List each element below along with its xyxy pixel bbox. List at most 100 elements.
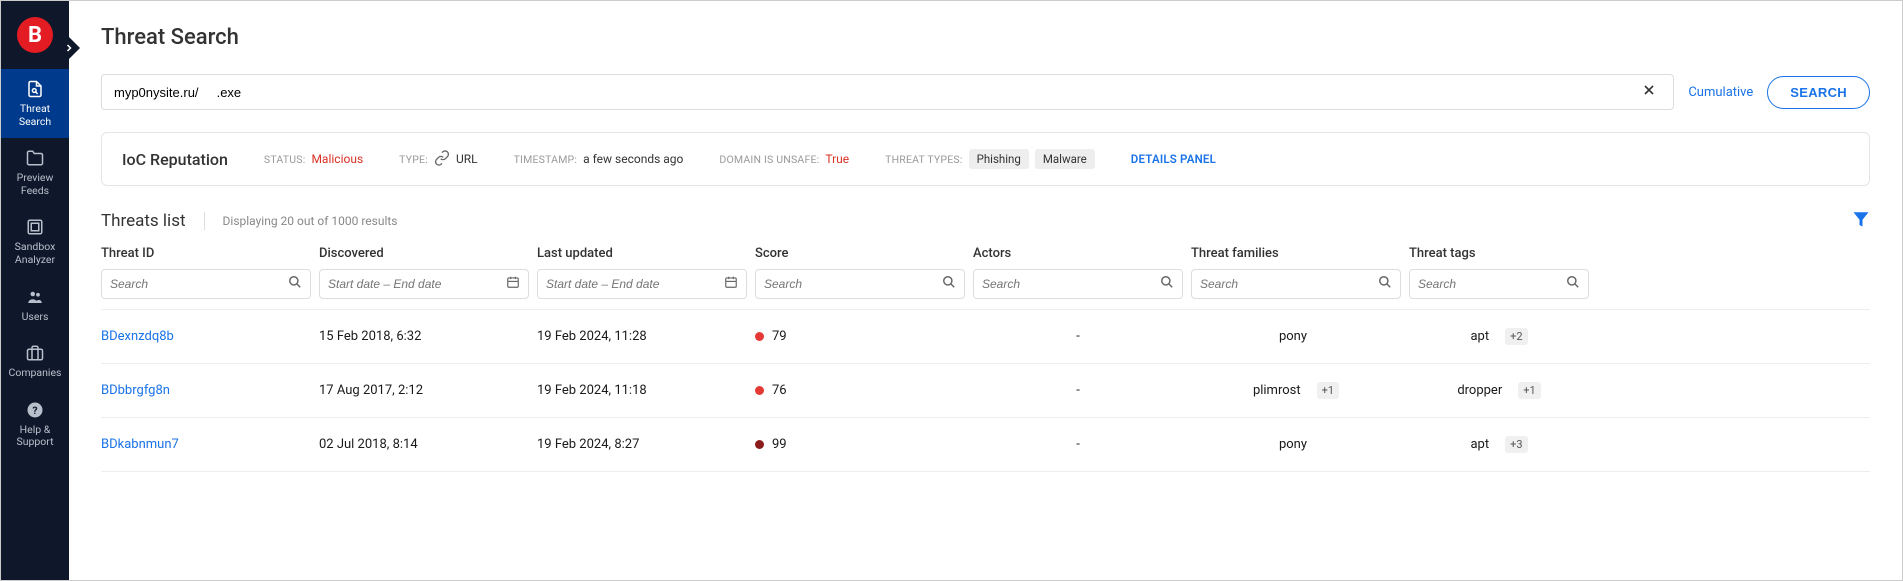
threats-count: Displaying 20 out of 1000 results bbox=[223, 214, 1834, 228]
col-score: Score bbox=[755, 246, 965, 261]
main-content: Threat Search Cumulative SEARCH IoC Repu… bbox=[69, 1, 1902, 580]
actors-cell: - bbox=[973, 437, 1183, 452]
threat-types-field: THREAT TYPES: Phishing Malware bbox=[885, 149, 1095, 169]
search-icon[interactable] bbox=[1378, 275, 1392, 293]
timestamp-field: TIMESTAMP: a few seconds ago bbox=[514, 152, 684, 166]
sidebar-item-users[interactable]: Users bbox=[1, 277, 69, 334]
threat-id-link[interactable]: BDbbrgfg8n bbox=[101, 383, 170, 398]
more-badge[interactable]: +2 bbox=[1505, 328, 1527, 345]
score-cell: 99 bbox=[755, 437, 965, 452]
clear-search-button[interactable] bbox=[1637, 78, 1661, 106]
score-cell: 79 bbox=[755, 329, 965, 344]
sidebar-item-label: Threat Search bbox=[5, 103, 65, 128]
calendar-icon[interactable] bbox=[506, 275, 520, 293]
filter-threat-id-input[interactable] bbox=[110, 277, 282, 291]
status-field: STATUS: Malicious bbox=[264, 152, 363, 166]
score-dot-icon bbox=[755, 332, 764, 341]
status-value: Malicious bbox=[311, 152, 363, 166]
discovered-cell: 15 Feb 2018, 6:32 bbox=[319, 329, 529, 344]
file-search-icon bbox=[25, 79, 45, 99]
separator bbox=[204, 212, 205, 230]
help-icon: ? bbox=[25, 400, 45, 420]
domain-unsafe-value: True bbox=[825, 152, 849, 166]
more-badge[interactable]: +1 bbox=[1317, 382, 1339, 399]
filter-discovered-input[interactable] bbox=[328, 277, 500, 291]
threat-type-chip: Phishing bbox=[969, 149, 1029, 169]
search-button[interactable]: SEARCH bbox=[1767, 76, 1870, 109]
search-icon[interactable] bbox=[942, 275, 956, 293]
calendar-icon[interactable] bbox=[724, 275, 738, 293]
filter-score-input[interactable] bbox=[764, 277, 936, 291]
logo-badge: B bbox=[17, 17, 53, 53]
table-row: BDkabnmun7 02 Jul 2018, 8:14 19 Feb 2024… bbox=[101, 418, 1870, 472]
filter-updated[interactable] bbox=[537, 269, 747, 299]
col-updated: Last updated bbox=[537, 246, 747, 261]
domain-unsafe-label: DOMAIN IS UNSAFE: bbox=[719, 153, 819, 166]
tags-cell: apt+3 bbox=[1409, 436, 1589, 453]
threat-id-link[interactable]: BDexnzdq8b bbox=[101, 329, 174, 344]
users-icon bbox=[25, 287, 45, 307]
search-icon[interactable] bbox=[1566, 275, 1580, 293]
discovered-cell: 02 Jul 2018, 8:14 bbox=[319, 437, 529, 452]
updated-cell: 19 Feb 2024, 8:27 bbox=[537, 437, 747, 452]
score-dot-icon bbox=[755, 440, 764, 449]
families-cell: pony bbox=[1191, 329, 1401, 344]
sidebar-item-help-support[interactable]: ? Help & Support bbox=[1, 390, 69, 459]
score-dot-icon bbox=[755, 386, 764, 395]
filter-updated-input[interactable] bbox=[546, 277, 718, 291]
actors-cell: - bbox=[973, 329, 1183, 344]
timestamp-label: TIMESTAMP: bbox=[514, 153, 578, 166]
table-row: BDbbrgfg8n 17 Aug 2017, 2:12 19 Feb 2024… bbox=[101, 364, 1870, 418]
families-cell: pony bbox=[1191, 437, 1401, 452]
threat-id-link[interactable]: BDkabnmun7 bbox=[101, 437, 179, 452]
svg-text:?: ? bbox=[32, 404, 37, 417]
families-cell: plimrost+1 bbox=[1191, 382, 1401, 399]
actors-cell: - bbox=[973, 383, 1183, 398]
filter-actors[interactable] bbox=[973, 269, 1183, 299]
sidebar-item-label: Preview Feeds bbox=[5, 172, 65, 197]
search-row: Cumulative SEARCH bbox=[101, 74, 1870, 110]
table-row: BDexnzdq8b 15 Feb 2018, 6:32 19 Feb 2024… bbox=[101, 310, 1870, 364]
sidebar-item-companies[interactable]: Companies bbox=[1, 333, 69, 390]
search-input[interactable] bbox=[114, 75, 1637, 109]
filter-tags[interactable] bbox=[1409, 269, 1589, 299]
details-panel-link[interactable]: DETAILS PANEL bbox=[1131, 152, 1216, 166]
search-icon[interactable] bbox=[1160, 275, 1174, 293]
threats-table: Threat ID Discovered Last updated bbox=[101, 246, 1870, 472]
ioc-reputation-panel: IoC Reputation STATUS: Malicious TYPE: U… bbox=[101, 132, 1870, 186]
threats-list-header: Threats list Displaying 20 out of 1000 r… bbox=[101, 210, 1870, 232]
discovered-cell: 17 Aug 2017, 2:12 bbox=[319, 383, 529, 398]
more-badge[interactable]: +3 bbox=[1505, 436, 1527, 453]
updated-cell: 19 Feb 2024, 11:28 bbox=[537, 329, 747, 344]
search-box bbox=[101, 74, 1674, 110]
sidebar-item-threat-search[interactable]: Threat Search bbox=[1, 69, 69, 138]
status-label: STATUS: bbox=[264, 153, 306, 166]
score-cell: 76 bbox=[755, 383, 965, 398]
table-body: BDexnzdq8b 15 Feb 2018, 6:32 19 Feb 2024… bbox=[101, 310, 1870, 472]
sidebar: B Threat Search Preview Feeds Sandbox An… bbox=[1, 1, 69, 580]
timestamp-value: a few seconds ago bbox=[583, 152, 683, 166]
sidebar-item-preview-feeds[interactable]: Preview Feeds bbox=[1, 138, 69, 207]
filter-families[interactable] bbox=[1191, 269, 1401, 299]
sidebar-item-label: Help & Support bbox=[5, 424, 65, 449]
col-families: Threat families bbox=[1191, 246, 1401, 261]
briefcase-icon bbox=[25, 343, 45, 363]
sidebar-item-label: Sandbox Analyzer bbox=[5, 241, 65, 266]
sidebar-item-label: Users bbox=[22, 311, 49, 324]
filter-tags-input[interactable] bbox=[1418, 277, 1560, 291]
filter-icon[interactable] bbox=[1852, 210, 1870, 232]
more-badge[interactable]: +1 bbox=[1518, 382, 1540, 399]
col-tags: Threat tags bbox=[1409, 246, 1589, 261]
domain-unsafe-field: DOMAIN IS UNSAFE: True bbox=[719, 152, 849, 166]
search-icon[interactable] bbox=[288, 275, 302, 293]
filter-discovered[interactable] bbox=[319, 269, 529, 299]
filter-families-input[interactable] bbox=[1200, 277, 1372, 291]
col-discovered: Discovered bbox=[319, 246, 529, 261]
filter-threat-id[interactable] bbox=[101, 269, 311, 299]
col-threat-id: Threat ID bbox=[101, 246, 311, 261]
filter-actors-input[interactable] bbox=[982, 277, 1154, 291]
cumulative-link[interactable]: Cumulative bbox=[1688, 85, 1753, 100]
sidebar-item-sandbox-analyzer[interactable]: Sandbox Analyzer bbox=[1, 207, 69, 276]
threats-list-title: Threats list bbox=[101, 211, 186, 231]
filter-score[interactable] bbox=[755, 269, 965, 299]
